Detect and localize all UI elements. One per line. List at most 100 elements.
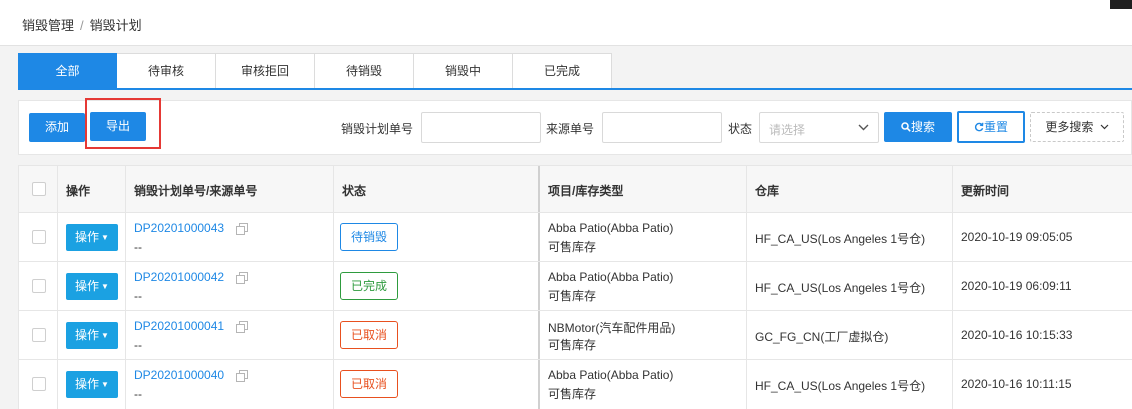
updated-time: 2020-10-16 10:15:33 xyxy=(961,328,1073,342)
row-select-cell xyxy=(19,262,58,310)
status-badge: 待销毁 xyxy=(340,223,398,251)
breadcrumb-current: 销毁计划 xyxy=(89,18,142,33)
row-updated-cell: 2020-10-19 06:09:11 xyxy=(953,262,1132,310)
row-warehouse-cell: HF_CA_US(Los Angeles 1号仓) xyxy=(747,213,953,261)
operation-button[interactable]: 操作 ▼ xyxy=(66,322,118,349)
warehouse: GC_FG_CN(工厂虚拟仓) xyxy=(755,330,889,344)
plan-no-label: 销毁计划单号 xyxy=(341,122,414,136)
row-updated-cell: 2020-10-19 09:05:05 xyxy=(953,213,1132,261)
search-icon xyxy=(901,120,911,134)
chevron-down-icon xyxy=(858,119,869,138)
row-select-cell xyxy=(19,213,58,261)
row-plan-cell: DP20201000043 -- xyxy=(126,213,334,261)
row-warehouse-cell: GC_FG_CN(工厂虚拟仓) xyxy=(747,311,953,359)
tab-pending-destroy[interactable]: 待销毁 xyxy=(315,53,414,89)
header-cell: 更新时间 xyxy=(953,166,1132,212)
warehouse: HF_CA_US(Los Angeles 1号仓) xyxy=(755,232,926,246)
destroy-plan-table: 操作 销毁计划单号/来源单号 状态 项目/库存类型 仓库 更新时间 操作 ▼ DP… xyxy=(18,165,1132,409)
operation-button[interactable]: 操作 ▼ xyxy=(66,224,118,251)
tab-destroying[interactable]: 销毁中 xyxy=(414,53,513,89)
stock-type: 可售库存 xyxy=(548,338,597,352)
source-no: -- xyxy=(134,240,142,254)
row-checkbox[interactable] xyxy=(32,328,46,342)
source-no: -- xyxy=(134,289,142,303)
refresh-icon xyxy=(974,120,984,134)
operation-button[interactable]: 操作 ▼ xyxy=(66,371,118,398)
status-select-placeholder: 请选择 xyxy=(769,123,806,137)
export-button[interactable]: 导出 xyxy=(90,112,146,141)
plan-no-link[interactable]: DP20201000040 xyxy=(134,368,224,382)
row-status-cell: 待销毁 xyxy=(334,213,540,261)
row-project-cell: Abba Patio(Abba Patio) 可售库存 xyxy=(540,360,747,409)
table-row: 操作 ▼ DP20201000042 -- 已完成 Abba Patio(Abba … xyxy=(19,262,1132,311)
tab-pending-review[interactable]: 待审核 xyxy=(117,53,216,89)
row-warehouse-cell: HF_CA_US(Los Angeles 1号仓) xyxy=(747,360,953,409)
header-cell: 项目/库存类型 xyxy=(540,166,747,212)
breadcrumb-parent[interactable]: 销毁管理 xyxy=(22,18,74,33)
copy-icon[interactable] xyxy=(236,272,248,284)
copy-icon[interactable] xyxy=(236,321,248,333)
copy-icon[interactable] xyxy=(236,370,248,382)
breadcrumb: 销毁管理 / 销毁计划 xyxy=(22,15,142,34)
tab-all[interactable]: 全部 xyxy=(18,53,117,89)
status-label: 状态 xyxy=(728,122,753,136)
column-header-operation: 操作 xyxy=(66,184,91,198)
tab-underline xyxy=(18,88,1132,90)
plan-no-link[interactable]: DP20201000042 xyxy=(134,270,224,284)
updated-time: 2020-10-16 10:11:15 xyxy=(961,377,1072,391)
row-checkbox[interactable] xyxy=(32,279,46,293)
column-header-plan-no: 销毁计划单号/来源单号 xyxy=(134,184,258,198)
source-no-label: 来源单号 xyxy=(546,122,595,136)
search-button[interactable]: 搜索 xyxy=(884,112,952,142)
reset-button-label: 重置 xyxy=(983,120,1008,134)
status-badge: 已完成 xyxy=(340,272,398,300)
row-warehouse-cell: HF_CA_US(Los Angeles 1号仓) xyxy=(747,262,953,310)
caret-down-icon: ▼ xyxy=(101,282,109,291)
updated-time: 2020-10-19 09:05:05 xyxy=(961,230,1073,244)
column-header-status: 状态 xyxy=(342,184,367,198)
select-all-checkbox[interactable] xyxy=(32,182,46,196)
caret-down-icon: ▼ xyxy=(101,331,109,340)
add-button[interactable]: 添加 xyxy=(29,113,85,142)
row-plan-cell: DP20201000040 -- xyxy=(126,360,334,409)
warehouse: HF_CA_US(Los Angeles 1号仓) xyxy=(755,281,926,295)
project-name: Abba Patio(Abba Patio) xyxy=(548,368,674,382)
project-name: NBMotor(汽车配件用品) xyxy=(548,321,676,335)
status-badge: 已取消 xyxy=(340,370,398,398)
operation-label: 操作 xyxy=(75,328,100,342)
breadcrumb-separator: / xyxy=(80,18,84,33)
row-status-cell: 已取消 xyxy=(334,311,540,359)
tab-completed[interactable]: 已完成 xyxy=(513,53,612,89)
plan-no-link[interactable]: DP20201000041 xyxy=(134,319,224,333)
row-checkbox[interactable] xyxy=(32,377,46,391)
operation-button[interactable]: 操作 ▼ xyxy=(66,273,118,300)
source-no-input[interactable] xyxy=(602,112,722,143)
column-header-project: 项目/库存类型 xyxy=(548,184,624,198)
operation-label: 操作 xyxy=(75,230,100,244)
tab-review-rejected[interactable]: 审核拒回 xyxy=(216,53,315,89)
stock-type: 可售库存 xyxy=(548,387,597,401)
plan-no-link[interactable]: DP20201000043 xyxy=(134,221,224,235)
reset-button[interactable]: 重置 xyxy=(957,111,1025,143)
row-project-cell: Abba Patio(Abba Patio) 可售库存 xyxy=(540,213,747,261)
table-header: 操作 销毁计划单号/来源单号 状态 项目/库存类型 仓库 更新时间 xyxy=(19,166,1132,213)
row-select-cell xyxy=(19,360,58,409)
status-select[interactable]: 请选择 xyxy=(759,112,879,143)
operation-label: 操作 xyxy=(75,279,100,293)
row-select-cell xyxy=(19,311,58,359)
row-operation-cell: 操作 ▼ xyxy=(58,213,126,261)
row-updated-cell: 2020-10-16 10:11:15 xyxy=(953,360,1132,409)
row-status-cell: 已完成 xyxy=(334,262,540,310)
top-bar: 销毁管理 / 销毁计划 xyxy=(0,0,1132,46)
copy-icon[interactable] xyxy=(236,223,248,235)
source-no: -- xyxy=(134,338,142,352)
row-updated-cell: 2020-10-16 10:15:33 xyxy=(953,311,1132,359)
filter-panel: 添加 导出 销毁计划单号 来源单号 状态 请选择 搜索 重置 更多搜索 xyxy=(18,100,1132,155)
source-no: -- xyxy=(134,387,142,401)
row-project-cell: Abba Patio(Abba Patio) 可售库存 xyxy=(540,262,747,310)
row-checkbox[interactable] xyxy=(32,230,46,244)
header-cell: 操作 xyxy=(58,166,126,212)
more-search-button[interactable]: 更多搜索 xyxy=(1030,112,1124,142)
plan-no-input[interactable] xyxy=(421,112,541,143)
row-plan-cell: DP20201000042 -- xyxy=(126,262,334,310)
